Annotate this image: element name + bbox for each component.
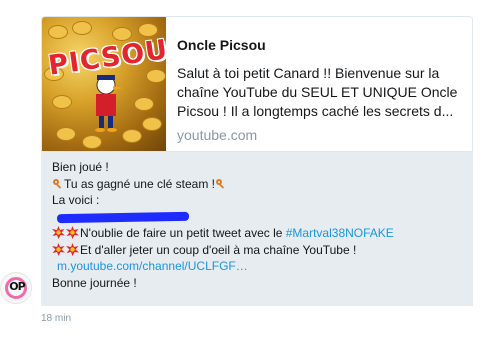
hashtag-link[interactable]: #Martval38NOFAKE	[286, 226, 394, 240]
tweet-request-text: N'oublie de faire un petit tweet avec le	[80, 226, 286, 240]
message-line-2: Tu as gagné une clé steam !	[52, 176, 473, 193]
card-domain: youtube.com	[177, 127, 258, 143]
card-title[interactable]: Oncle Picsou	[177, 37, 467, 53]
message-line-4	[52, 209, 473, 226]
collision-emoji-icon	[52, 242, 65, 256]
youtube-channel-link[interactable]: m.youtube.com/channel/UCLFGF…	[52, 259, 248, 273]
scrooge-duck-icon	[95, 75, 123, 132]
avatar-initials: OP	[9, 280, 25, 293]
youtube-invite-text: Et d'aller jeter un coup d'oeil à ma cha…	[80, 242, 357, 257]
collision-emoji-icon	[52, 226, 65, 239]
steam-key-text: Tu as gagné une clé steam !	[64, 176, 215, 191]
message-line-5: N'oublie de faire un petit tweet avec le…	[52, 225, 473, 242]
card-description: Salut à toi petit Canard !! Bienvenue su…	[177, 65, 458, 119]
message-line-6: Et d'aller jeter un coup d'oeil à ma cha…	[52, 242, 473, 259]
message-line-3: La voici :	[52, 193, 100, 207]
message-line-8: Bonne journée !	[52, 275, 137, 290]
link-preview-card[interactable]: PICSOU Oncle Picsou Salut à toi petit Ca…	[41, 16, 473, 152]
key-emoji-icon	[53, 178, 62, 189]
collision-emoji-icon	[66, 242, 79, 256]
avatar[interactable]: OP	[0, 272, 32, 304]
message-line-7: m.youtube.com/channel/UCLFGF…	[52, 258, 473, 275]
message-timestamp: 18 min	[41, 313, 72, 324]
message-line-1: Bien joué !	[52, 160, 109, 174]
redacted-key-scribble	[56, 211, 190, 223]
collision-emoji-icon	[66, 226, 79, 239]
message-bubble: Bien joué ! Tu as gagné une clé steam ! …	[41, 152, 473, 306]
card-thumbnail-image[interactable]: PICSOU	[42, 17, 166, 151]
key-emoji-icon	[215, 178, 225, 189]
